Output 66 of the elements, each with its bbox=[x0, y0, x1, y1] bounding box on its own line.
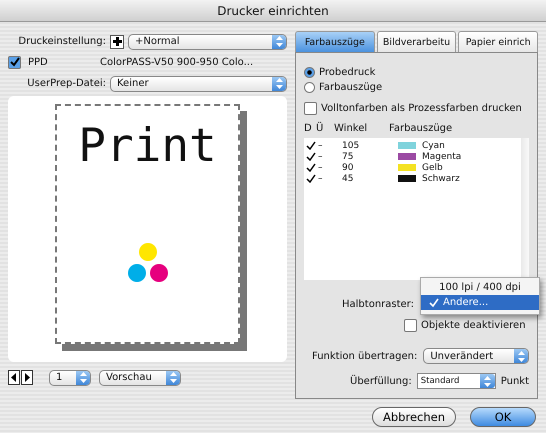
table-cell-text: 105 bbox=[341, 140, 360, 150]
radio-label: Farbauszüge bbox=[319, 82, 382, 93]
field-label: UserPrep-Datei: bbox=[26, 78, 106, 89]
preview-text: Print bbox=[78, 118, 217, 172]
checkbox-label: Objekte deaktivieren bbox=[421, 320, 526, 331]
add-button[interactable] bbox=[110, 34, 124, 48]
ppd-checkbox[interactable] bbox=[8, 56, 21, 69]
updown-arrows-icon bbox=[166, 370, 180, 384]
tab[interactable]: Farbauszüge bbox=[295, 31, 375, 52]
updown-arrows-icon bbox=[272, 34, 286, 48]
next-page-button[interactable] bbox=[21, 370, 33, 385]
check-icon[interactable] bbox=[306, 152, 316, 161]
plus-icon bbox=[112, 37, 122, 46]
field-label: Druckeinstellung: bbox=[17, 36, 106, 47]
column-header: Ü bbox=[315, 122, 324, 134]
tab[interactable]: Papier einrich bbox=[458, 31, 538, 52]
table-cell-text: – bbox=[317, 162, 324, 172]
userprep-dropdown[interactable]: Keiner bbox=[110, 76, 287, 92]
field-label: Halbtonraster: bbox=[342, 298, 414, 310]
unit-label: Punkt bbox=[500, 376, 529, 386]
scrollbar[interactable] bbox=[521, 138, 529, 280]
radio-button[interactable] bbox=[304, 82, 315, 93]
table-cell: Gelb bbox=[422, 162, 443, 172]
menu-item[interactable]: Andere... bbox=[420, 295, 539, 310]
radio-button[interactable] bbox=[304, 67, 315, 78]
column-header: D bbox=[304, 122, 313, 134]
updown-arrows-icon bbox=[514, 349, 528, 363]
checkbox-label: Volltonfarben als Prozessfarben drucken bbox=[321, 103, 522, 114]
table-cell-text: – bbox=[317, 152, 324, 162]
checkbox[interactable] bbox=[404, 319, 417, 332]
table-cell-text: 90 bbox=[341, 162, 354, 172]
field-label: Überfüllung: bbox=[350, 376, 412, 386]
page-dropdown[interactable]: 1 bbox=[49, 370, 91, 386]
updown-arrows-icon bbox=[76, 370, 90, 384]
field-label: Funktion übertragen: bbox=[312, 350, 418, 362]
preset-dropdown[interactable]: +Normal bbox=[128, 34, 287, 50]
tab[interactable]: Bildverarbeitu bbox=[376, 31, 456, 52]
check-icon[interactable] bbox=[306, 163, 316, 172]
checkbox[interactable] bbox=[304, 102, 317, 115]
ppd-value: ColorPASS-V50 900-950 Colo... bbox=[99, 57, 254, 68]
table-cell: Schwarz bbox=[422, 174, 460, 184]
ppd-label: PPD bbox=[27, 57, 49, 68]
check-icon[interactable] bbox=[306, 174, 316, 183]
previous-page-button[interactable] bbox=[8, 370, 20, 385]
table-cell-text: – bbox=[317, 140, 324, 150]
ok-button[interactable]: OK bbox=[470, 407, 536, 427]
check-icon bbox=[428, 298, 439, 308]
table-cell: Magenta bbox=[422, 152, 462, 162]
table-cell-text: 45 bbox=[341, 174, 354, 184]
check-icon[interactable] bbox=[306, 141, 316, 150]
table-cell: Cyan bbox=[422, 140, 445, 150]
column-header: Winkel bbox=[334, 122, 368, 134]
view-dropdown[interactable]: Vorschau bbox=[99, 370, 181, 386]
cancel-button[interactable]: Abbrechen bbox=[372, 407, 456, 427]
updown-arrows-icon bbox=[272, 76, 286, 90]
trapping-combo[interactable]: Standard bbox=[416, 373, 496, 389]
table-cell-text: – bbox=[317, 174, 324, 184]
transfer-dropdown[interactable]: Unverändert bbox=[423, 348, 529, 364]
radio-label: Probedruck bbox=[319, 67, 376, 78]
updown-arrows-icon bbox=[480, 374, 495, 388]
left-arrow-icon bbox=[11, 373, 17, 382]
table-cell-text: 75 bbox=[341, 152, 354, 162]
column-header: Farbauszüge bbox=[389, 122, 452, 134]
menu-item[interactable]: 100 lpi / 400 dpi bbox=[420, 280, 539, 295]
right-arrow-icon bbox=[24, 373, 30, 382]
window-title: Drucker einrichten bbox=[217, 4, 329, 18]
